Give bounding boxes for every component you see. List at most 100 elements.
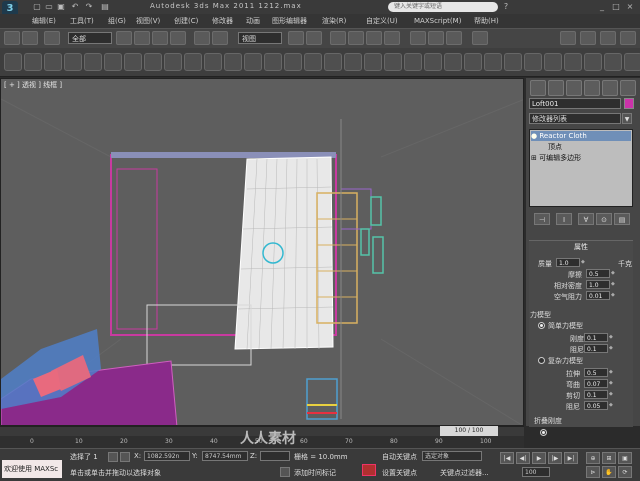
menu-maxscript[interactable]: MAXScript(M) xyxy=(414,16,461,26)
expand-icon[interactable]: ⊞ xyxy=(531,154,539,162)
maximize-button[interactable]: □ xyxy=(610,2,622,12)
rigid-body-icon[interactable] xyxy=(4,53,22,71)
spinner-icon[interactable]: ◆ xyxy=(609,368,614,377)
menu-animation[interactable]: 动画 xyxy=(246,16,260,26)
menu-edit[interactable]: 编辑(E) xyxy=(32,16,56,26)
configure-sets-icon[interactable]: ▤ xyxy=(614,213,630,225)
properties-icon[interactable] xyxy=(464,53,482,71)
ball-socket-icon[interactable] xyxy=(384,53,402,71)
stack-item-vertex[interactable]: 顶点 xyxy=(548,142,562,152)
zoom-extents-icon[interactable]: ▣ xyxy=(618,452,632,464)
selection-filter-dropdown[interactable]: 全部 xyxy=(68,32,112,44)
mirror-icon[interactable] xyxy=(410,31,426,45)
zoom-all-icon[interactable]: ⊞ xyxy=(602,452,616,464)
object-color-swatch[interactable] xyxy=(624,98,634,109)
angle-snap-icon[interactable] xyxy=(348,31,364,45)
modifier-list-dropdown[interactable]: 修改器列表 xyxy=(529,113,621,124)
undo-icon[interactable] xyxy=(4,31,20,45)
spinner-icon[interactable]: ◆ xyxy=(611,280,616,289)
add-time-tag-button[interactable]: 添加时间标记 xyxy=(294,468,336,478)
preview-icon[interactable] xyxy=(404,53,422,71)
menu-tools[interactable]: 工具(T) xyxy=(70,16,94,26)
create-animation-icon[interactable] xyxy=(444,53,462,71)
prop-field-1[interactable]: 0.5 xyxy=(586,269,610,278)
perspective-viewport[interactable] xyxy=(0,78,524,426)
maxscript-listener[interactable]: 欢迎使用 MAXSc xyxy=(2,460,62,478)
rect-select-icon[interactable] xyxy=(152,31,168,45)
spinner-icon[interactable]: ◆ xyxy=(609,333,614,342)
motor-icon[interactable] xyxy=(164,53,182,71)
move-icon[interactable] xyxy=(194,31,210,45)
menu-group[interactable]: 组(G) xyxy=(108,16,126,26)
hierarchy-tab-icon[interactable] xyxy=(566,80,582,96)
pivot-icon[interactable] xyxy=(288,31,304,45)
prop-field-3[interactable]: 0.01 xyxy=(586,291,610,300)
deforming-mesh-icon[interactable] xyxy=(84,53,102,71)
motion-tab-icon[interactable] xyxy=(584,80,600,96)
stack-item-editable-poly[interactable]: ⊞ 可编辑多边形 xyxy=(531,153,581,163)
complex-prop-field-1[interactable]: 0.07 xyxy=(584,379,608,388)
toy-car-icon[interactable] xyxy=(204,53,222,71)
bake-icon[interactable] xyxy=(604,53,622,71)
unbake-icon[interactable] xyxy=(624,53,640,71)
spinner-icon[interactable]: ◆ xyxy=(609,379,614,388)
snap-icon[interactable] xyxy=(330,31,346,45)
prismatic-icon[interactable] xyxy=(324,53,342,71)
curve-editor-icon[interactable] xyxy=(472,31,488,45)
fold-none-radio[interactable] xyxy=(540,429,547,436)
spinner-icon[interactable]: ◆ xyxy=(611,291,616,300)
constraint-icon[interactable] xyxy=(264,53,282,71)
layer-icon[interactable] xyxy=(446,31,462,45)
complex-prop-field-2[interactable]: 0.1 xyxy=(584,390,608,399)
soft-body-icon[interactable] xyxy=(44,53,62,71)
help-icon[interactable]: ? xyxy=(500,2,512,12)
play-icon[interactable]: ▶ xyxy=(532,452,546,464)
analyze-icon[interactable] xyxy=(424,53,442,71)
prop-field-2[interactable]: 1.0 xyxy=(586,280,610,289)
dashpot-icon[interactable] xyxy=(144,53,162,71)
rollout-title[interactable]: 属性 xyxy=(529,242,633,252)
bind-spacewarp-icon[interactable] xyxy=(44,31,60,45)
pan-icon[interactable]: ✋ xyxy=(602,466,616,478)
fracture-icon[interactable] xyxy=(224,53,242,71)
simple-prop-field-1[interactable]: 0.1 xyxy=(584,344,608,353)
menu-customize[interactable]: 自定义(U) xyxy=(366,16,398,26)
key-mode-dropdown[interactable]: 选定对象 xyxy=(422,451,482,461)
simple-force-radio[interactable] xyxy=(538,322,545,329)
chevron-down-icon[interactable]: ▼ xyxy=(622,113,632,124)
create-tab-icon[interactable] xyxy=(530,80,546,96)
rope-icon[interactable] xyxy=(64,53,82,71)
key-filters-button[interactable]: 关键点过滤器... xyxy=(440,468,489,478)
world-icon[interactable] xyxy=(484,53,502,71)
spinner-snap-icon[interactable] xyxy=(384,31,400,45)
wind-icon[interactable] xyxy=(184,53,202,71)
next-frame-icon[interactable]: |▶ xyxy=(548,452,562,464)
zoom-icon[interactable]: ⊕ xyxy=(586,452,600,464)
car-wheel-icon[interactable] xyxy=(344,53,362,71)
align-icon[interactable] xyxy=(428,31,444,45)
complex-prop-field-3[interactable]: 0.05 xyxy=(584,401,608,410)
stats-icon[interactable] xyxy=(564,53,582,71)
prev-frame-icon[interactable]: ◀| xyxy=(516,452,530,464)
show-end-result-icon[interactable]: I xyxy=(556,213,572,225)
stack-item-reactor-cloth[interactable]: ● Reactor Cloth xyxy=(531,131,631,141)
fov-icon[interactable]: ⊳ xyxy=(586,466,600,478)
select-by-name-icon[interactable] xyxy=(134,31,150,45)
log-icon[interactable] xyxy=(584,53,602,71)
goto-end-icon[interactable]: ▶| xyxy=(564,452,578,464)
x-coord-field[interactable]: 1082.592n xyxy=(144,451,190,461)
redo-icon[interactable] xyxy=(22,31,38,45)
current-frame-field[interactable]: 100 xyxy=(522,467,550,477)
quick-redo-icon[interactable]: ↷ xyxy=(84,2,94,12)
render-frame-icon[interactable] xyxy=(600,31,616,45)
spinner-icon[interactable]: ◆ xyxy=(611,269,616,278)
rotate-icon[interactable] xyxy=(212,31,228,45)
viewport-label[interactable]: [ + ] 透视 ] 线框 ] xyxy=(4,80,62,90)
auto-key-button[interactable]: 自动关键点 xyxy=(382,452,417,462)
goto-start-icon[interactable]: |◀ xyxy=(500,452,514,464)
point-to-point-icon[interactable] xyxy=(304,53,322,71)
save-file-icon[interactable]: ▣ xyxy=(56,2,66,12)
water-icon[interactable] xyxy=(244,53,262,71)
cloth-icon[interactable] xyxy=(24,53,42,71)
open-file-icon[interactable]: ▭ xyxy=(44,2,54,12)
